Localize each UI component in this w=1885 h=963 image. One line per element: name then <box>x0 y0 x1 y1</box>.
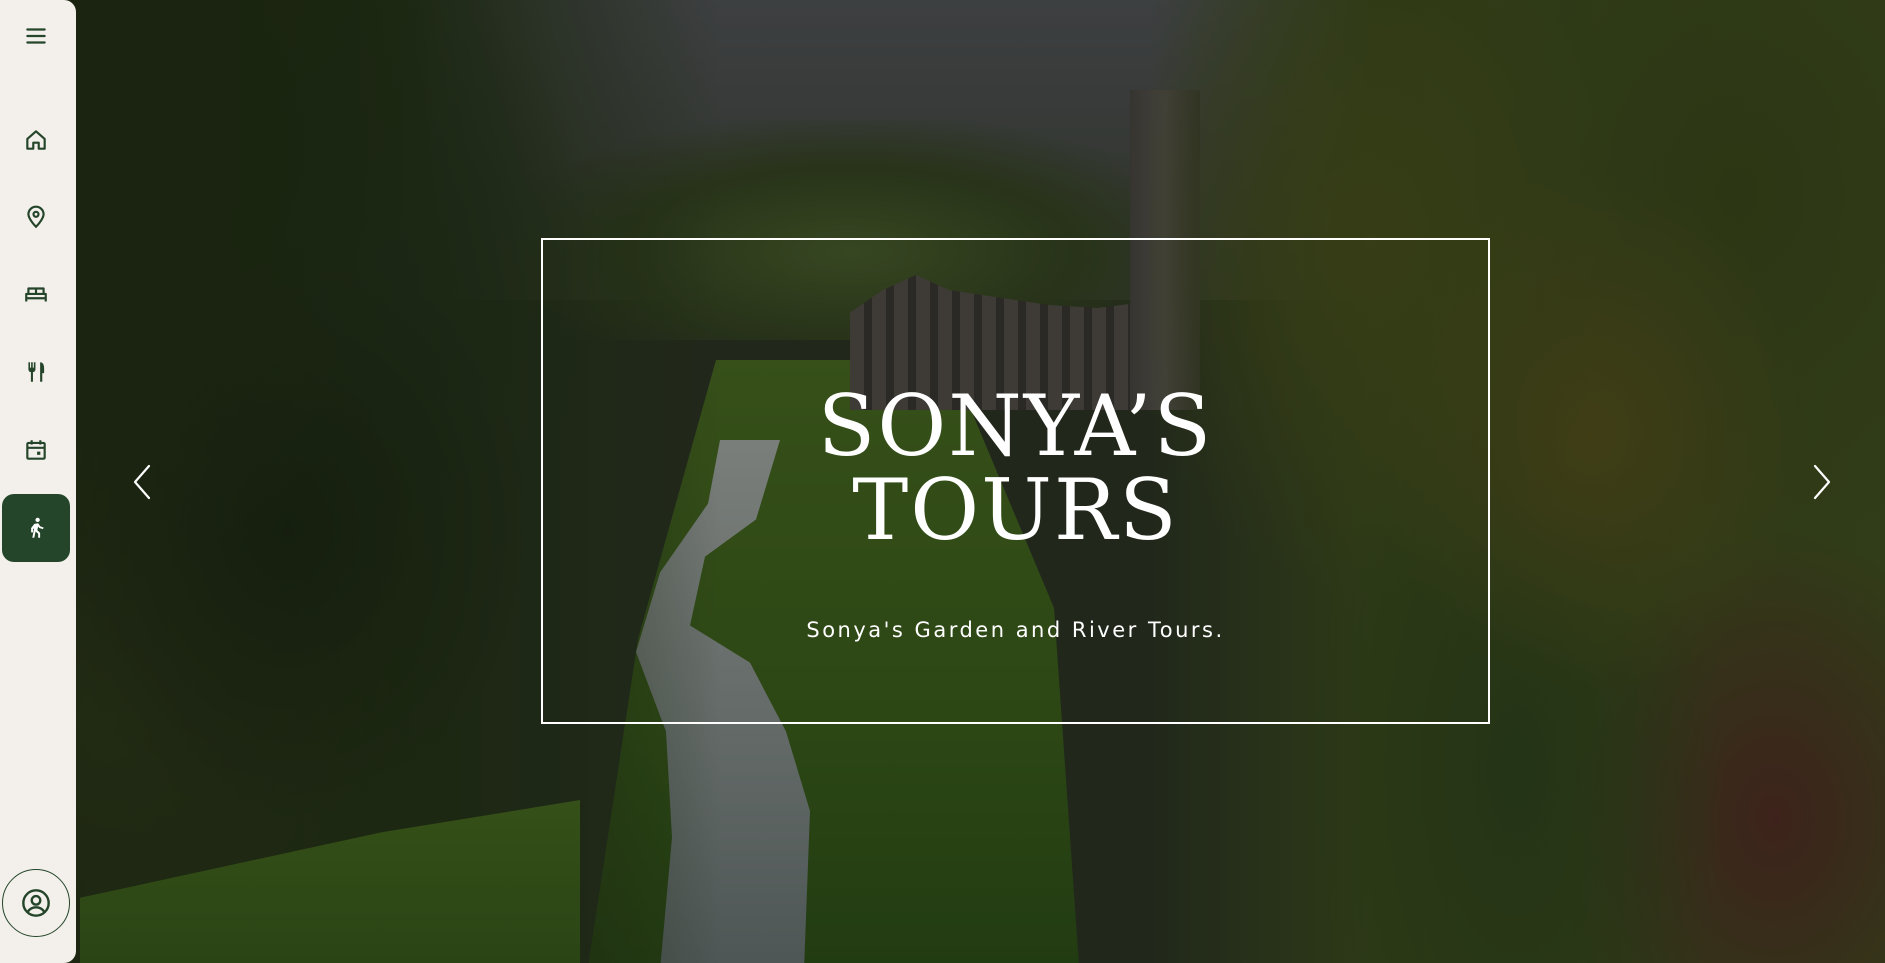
title-line-2: TOURS <box>852 461 1179 559</box>
menu-button[interactable] <box>2 2 70 70</box>
hiking-person-icon <box>31 517 44 538</box>
sidebar-item-dining[interactable] <box>2 338 70 406</box>
hero-title-frame: SONYA’S TOURS Sonya's Garden and River T… <box>541 238 1490 724</box>
menu-icon <box>26 28 46 44</box>
page-title: SONYA’S TOURS <box>543 384 1488 552</box>
fork-knife-icon <box>28 362 45 382</box>
sidebar-item-stay[interactable] <box>2 261 70 329</box>
profile-button[interactable] <box>2 869 70 937</box>
sidebar-item-events[interactable] <box>2 416 70 484</box>
home-icon <box>26 130 46 150</box>
account-circle-icon <box>22 889 50 917</box>
sidebar-item-locations[interactable] <box>2 183 70 251</box>
carousel-next-button[interactable] <box>1802 460 1842 504</box>
page-subtitle: Sonya's Garden and River Tours. <box>806 618 1225 642</box>
sidebar-item-tours[interactable] <box>2 494 70 562</box>
chevron-right-icon <box>1813 464 1831 500</box>
bed-icon <box>25 287 47 302</box>
location-pin-icon <box>27 205 45 229</box>
calendar-icon <box>26 440 46 460</box>
carousel-prev-button[interactable] <box>122 460 162 504</box>
sidebar-nav <box>0 0 76 963</box>
chevron-left-icon <box>133 464 151 500</box>
sidebar-item-home[interactable] <box>2 106 70 174</box>
